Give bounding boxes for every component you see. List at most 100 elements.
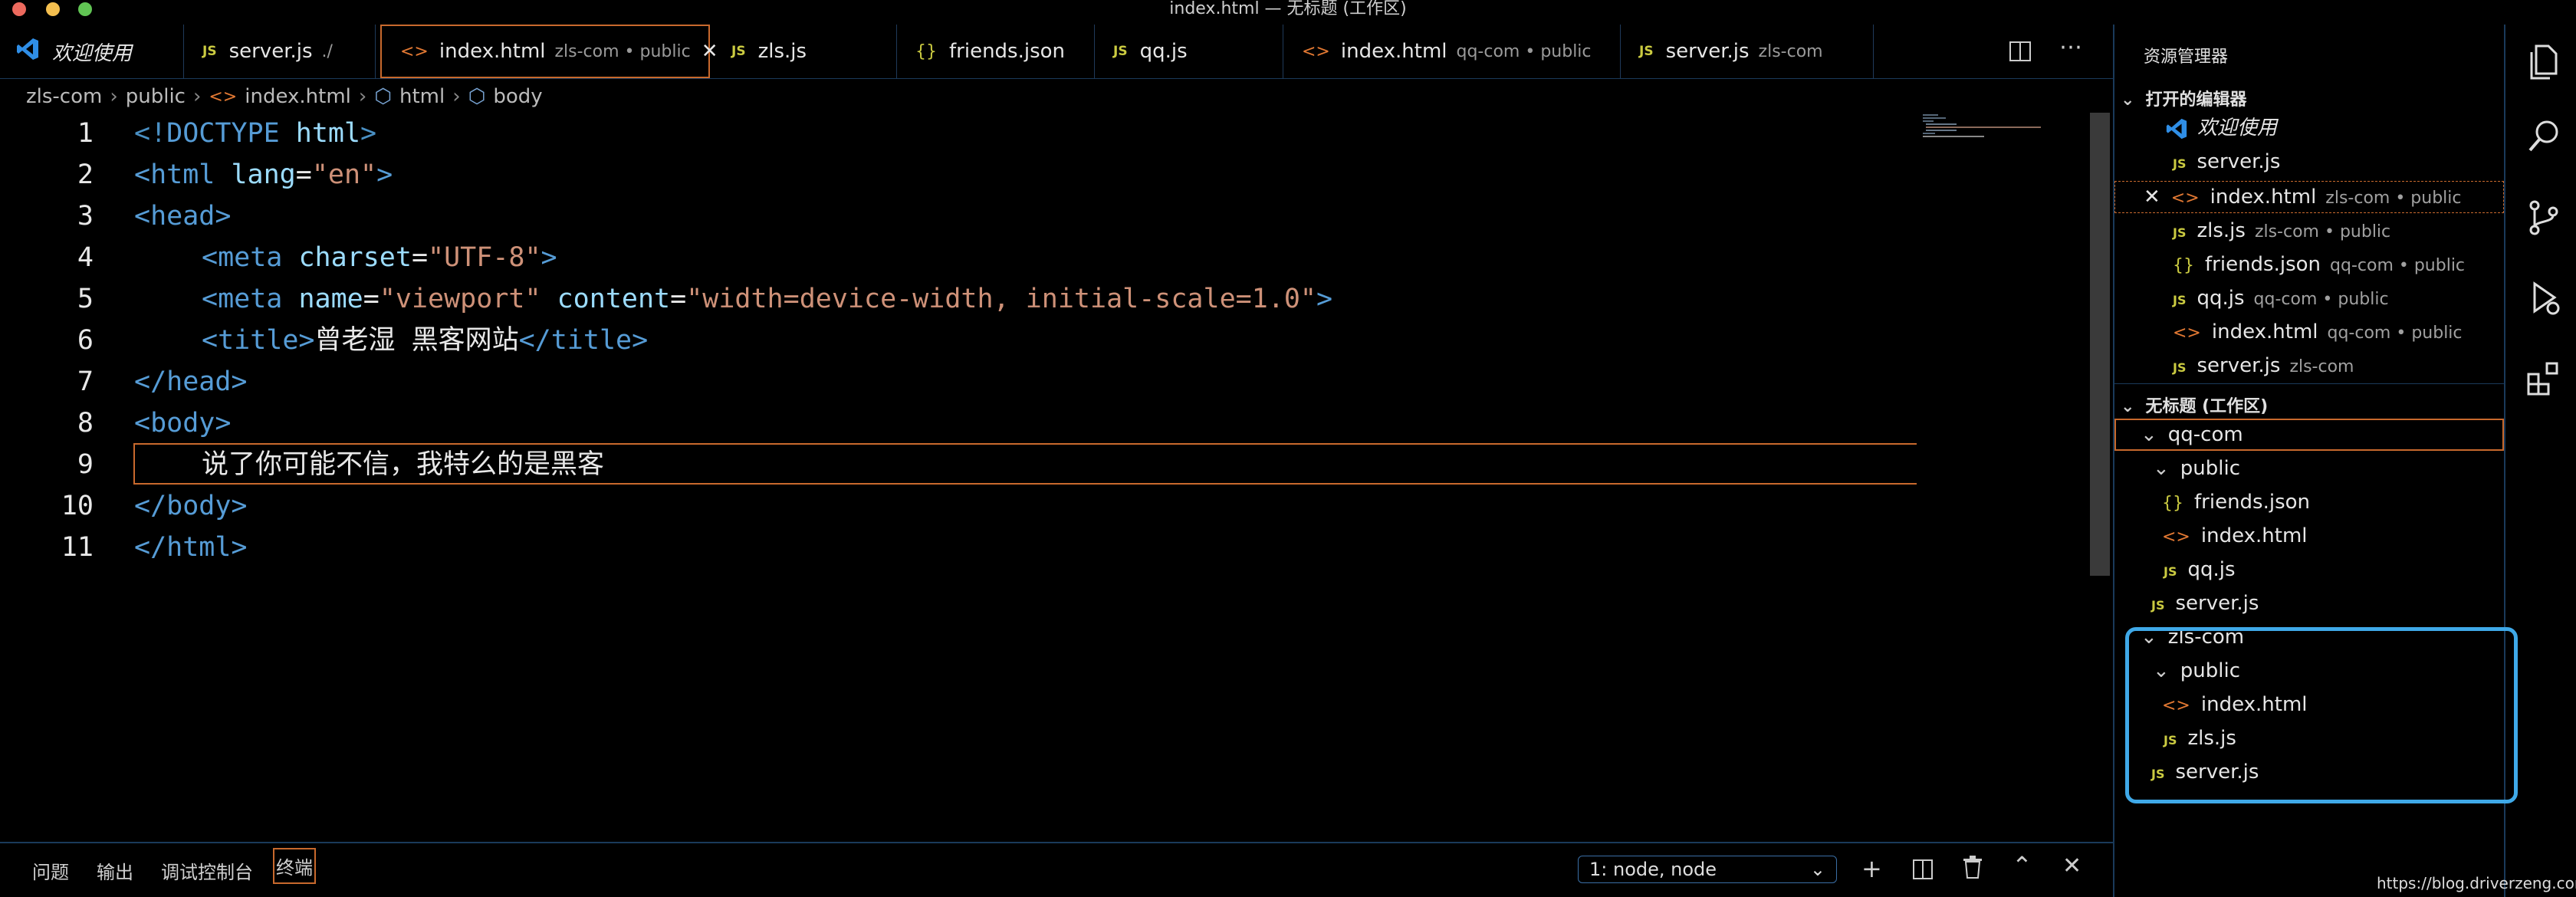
open-editor-item[interactable]: JS server.js zls-com <box>2173 350 2354 382</box>
panel-tab-debug-console[interactable]: 调试控制台 <box>161 857 253 884</box>
breadcrumb-item[interactable]: html <box>399 85 445 108</box>
editor-scrollbar[interactable] <box>2090 113 2110 576</box>
tree-folder-qq-com[interactable]: ⌄ qq-com <box>2141 419 2243 451</box>
json-icon: {} <box>915 41 937 61</box>
code-token: DOCTYPE <box>166 118 280 149</box>
js-icon: JS <box>2173 293 2187 307</box>
maximize-panel-icon[interactable]: ⌃ <box>2012 851 2032 880</box>
code-line: 8 <body> <box>0 402 1917 444</box>
tab-label: friends.json <box>949 40 1066 63</box>
chevron-down-icon: ⌄ <box>2153 457 2170 480</box>
chevron-right-icon: › <box>358 85 367 108</box>
tab-index-html-active[interactable]: <> index.html zls-com • public ✕ <box>380 25 718 78</box>
tab-welcome[interactable]: 欢迎使用 <box>0 25 184 78</box>
open-editor-item[interactable]: JS zls.js zls-com • public <box>2173 215 2390 247</box>
item-desc: qq-com • public <box>2327 324 2463 343</box>
code-token: name <box>298 284 363 314</box>
current-line-highlight <box>133 443 1917 485</box>
annotation-highlight-box <box>2125 627 2518 803</box>
open-editor-item[interactable]: 欢迎使用 <box>2165 112 2277 144</box>
tab-zls-js[interactable]: JS zls.js <box>713 25 897 78</box>
chevron-down-icon: ⌄ <box>2121 397 2135 416</box>
more-actions-icon[interactable]: ⋯ <box>2059 34 2082 61</box>
open-editor-item[interactable]: JS qq.js qq-com • public <box>2173 282 2389 314</box>
code-token: "UTF-8" <box>428 242 541 273</box>
code-token: </body> <box>134 491 248 521</box>
tab-server-js-zls[interactable]: JS server.js zls-com <box>1621 25 1874 78</box>
item-label: server.js <box>2175 592 2259 615</box>
item-label: qq-com <box>2167 423 2243 446</box>
tab-qq-js[interactable]: JS qq.js <box>1095 25 1283 78</box>
vscode-logo-icon <box>2165 117 2188 140</box>
element-icon: ⬡ <box>374 85 392 108</box>
breadcrumb-item[interactable]: body <box>493 85 542 108</box>
line-number: 10 <box>61 491 94 521</box>
open-editor-item[interactable]: JS server.js <box>2173 146 2280 178</box>
item-label: server.js <box>2196 354 2281 377</box>
tab-label: server.js <box>1665 40 1750 63</box>
json-icon: {} <box>2173 256 2194 275</box>
files-icon[interactable] <box>2522 40 2565 83</box>
open-editor-item[interactable]: {} friends.json qq-com • public <box>2173 248 2465 281</box>
item-desc: qq-com • public <box>2253 290 2389 309</box>
js-icon: JS <box>2164 564 2177 579</box>
title-bar: index.html — 无标题 (工作区) <box>0 0 2576 18</box>
tree-file[interactable]: JS qq.js <box>2164 554 2236 586</box>
open-editor-item[interactable]: <> index.html qq-com • public <box>2173 316 2463 348</box>
code-token: <meta <box>202 242 283 273</box>
code-token: </head> <box>134 366 248 397</box>
panel-tab-problems[interactable]: 问题 <box>32 857 69 884</box>
open-editors-label: 打开的编辑器 <box>2145 90 2247 110</box>
tree-folder-public[interactable]: ⌄ public <box>2153 452 2240 485</box>
panel-tab-terminal[interactable]: 终端 <box>273 848 316 884</box>
chevron-right-icon: › <box>192 85 202 108</box>
source-control-icon[interactable] <box>2522 196 2565 239</box>
tab-label: zls.js <box>757 40 807 63</box>
line-number: 2 <box>77 159 94 190</box>
vscode-logo-icon <box>15 37 40 67</box>
workspace-label: 无标题 (工作区) <box>2145 397 2269 416</box>
item-desc: zls-com <box>2289 357 2354 376</box>
search-icon[interactable] <box>2522 115 2565 158</box>
tab-friends-json[interactable]: {} friends.json <box>897 25 1095 78</box>
code-token: <head> <box>134 201 232 232</box>
tab-server-js[interactable]: JS server.js ./ <box>184 25 376 78</box>
run-debug-icon[interactable] <box>2522 276 2565 319</box>
chevron-down-icon: ⌄ <box>2121 90 2135 110</box>
code-line: 11 </html> <box>0 527 1917 568</box>
tree-file[interactable]: <> index.html <box>2162 520 2308 552</box>
minimap[interactable] <box>1923 113 2045 143</box>
code-token: </title> <box>518 325 649 356</box>
code-token: 曾老湿 黑客网站 <box>314 325 519 356</box>
workspace-header[interactable]: ⌄ 无标题 (工作区) <box>2121 393 2268 417</box>
panel-tab-output[interactable]: 输出 <box>97 857 133 884</box>
code-token: <body> <box>134 408 232 439</box>
add-terminal-icon[interactable]: + <box>1861 854 1882 883</box>
close-icon[interactable]: ✕ <box>2144 186 2160 209</box>
split-editor-icon[interactable] <box>2009 40 2032 66</box>
tree-file[interactable]: {} friends.json <box>2162 486 2310 518</box>
chevron-down-icon: ⌄ <box>1809 859 1825 880</box>
html-icon: <> <box>2170 189 2200 208</box>
breadcrumb-item[interactable]: public <box>126 85 186 108</box>
code-token: html <box>295 118 361 149</box>
terminal-select[interactable]: 1: node, node ⌄ <box>1578 856 1837 883</box>
breadcrumb-item[interactable]: index.html <box>245 85 351 108</box>
js-icon: JS <box>2173 360 2187 375</box>
open-editors-header[interactable]: ⌄ 打开的编辑器 <box>2121 86 2246 110</box>
code-token: </html> <box>134 532 248 563</box>
tab-label: index.html <box>1340 40 1447 63</box>
code-token: = <box>670 284 687 314</box>
tree-file[interactable]: JS server.js <box>2151 587 2259 619</box>
trash-icon[interactable] <box>1963 856 1983 885</box>
line-number: 7 <box>77 366 94 397</box>
breadcrumb-item[interactable]: zls-com <box>26 85 102 108</box>
tab-index-html-qq[interactable]: <> index.html qq-com • public <box>1283 25 1621 78</box>
close-panel-icon[interactable]: ✕ <box>2062 853 2082 879</box>
json-icon: {} <box>2162 494 2183 513</box>
code-token: <! <box>134 118 167 149</box>
open-editor-item-active[interactable]: ✕ <> index.html zls-com • public <box>2144 181 2462 213</box>
js-icon: JS <box>1113 44 1128 59</box>
extensions-icon[interactable] <box>2522 357 2565 400</box>
split-terminal-icon[interactable] <box>1912 857 1934 886</box>
